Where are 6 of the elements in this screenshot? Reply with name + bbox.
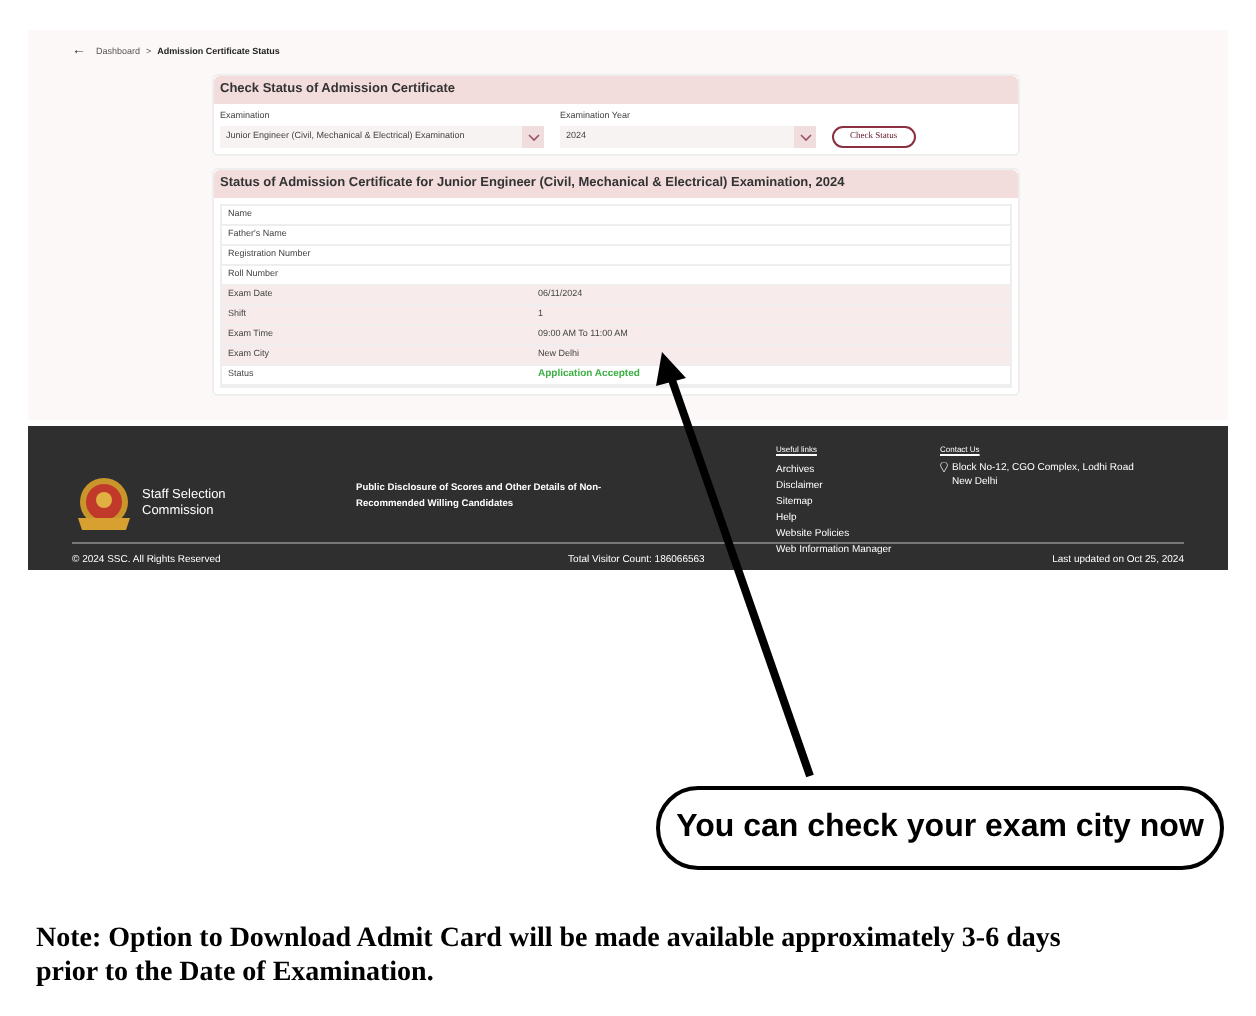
location-pin-icon [940,462,948,473]
note-text: Note: Option to Download Admit Card will be made available approximately 3-6 days prior to the Date of Examination. [34,922,1063,991]
callout-text: You can check your exam city now [676,808,1204,849]
emblem-logo-icon [72,475,136,532]
chevron-down-icon [527,133,539,142]
chevron-down-icon [799,133,811,142]
